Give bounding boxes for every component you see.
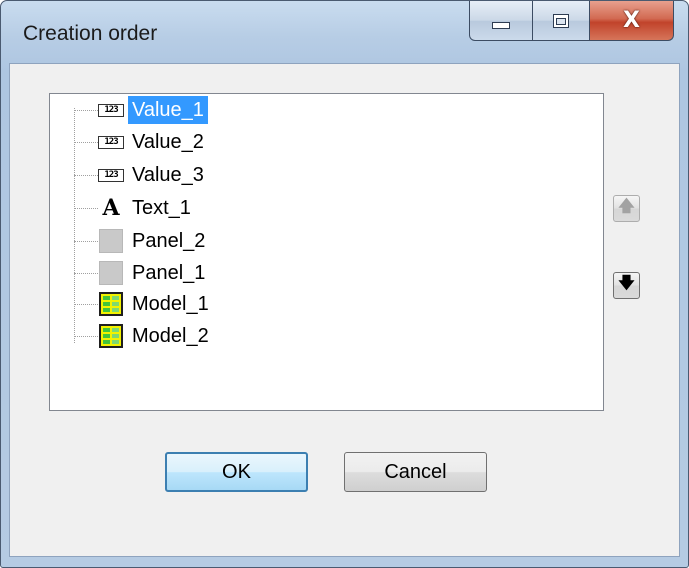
numeric-icon-text: 123 [98, 168, 124, 182]
close-icon: X [623, 7, 640, 33]
numeric-value-icon: 123 [98, 97, 124, 123]
tree-item-panel-2[interactable]: Panel_2 [74, 225, 334, 257]
tree-item-label: Value_2 [132, 131, 204, 153]
move-down-button[interactable]: 🡇 [613, 272, 640, 299]
tree-item-label: Value_1 [128, 96, 208, 124]
model-icon [98, 323, 124, 349]
dialog-window: Creation order X 123 Value_1 123 Value_2… [0, 0, 689, 568]
tree-item-model-2[interactable]: Model_2 [74, 320, 334, 352]
creation-order-tree[interactable]: 123 Value_1 123 Value_2 123 Value_3 A Te… [49, 93, 604, 411]
text-icon: A [98, 195, 124, 221]
numeric-value-icon: 123 [98, 129, 124, 155]
panel-icon [98, 228, 124, 254]
tree-connector [74, 335, 98, 337]
tree-item-model-1[interactable]: Model_1 [74, 288, 334, 320]
text-icon-glyph: A [102, 195, 120, 221]
arrow-down-icon: 🡇 [618, 273, 635, 292]
tree-connector [74, 207, 98, 209]
tree-item-label: Text_1 [132, 197, 191, 219]
tree-item-label: Model_2 [132, 325, 209, 347]
tree-item-label: Model_1 [132, 293, 209, 315]
minimize-button[interactable] [469, 1, 533, 41]
cancel-button[interactable]: Cancel [344, 452, 487, 492]
tree-item-value-3[interactable]: 123 Value_3 [74, 159, 334, 191]
tree-item-label: Panel_2 [132, 230, 206, 252]
tree-item-value-2[interactable]: 123 Value_2 [74, 126, 334, 158]
panel-icon [98, 260, 124, 286]
tree-connector [74, 240, 98, 242]
maximize-button[interactable] [532, 1, 590, 41]
tree-connector [74, 272, 98, 274]
tree-item-label: Panel_1 [132, 262, 206, 284]
close-button[interactable]: X [589, 1, 674, 41]
tree-connector [74, 174, 98, 176]
ok-button[interactable]: OK [165, 452, 308, 492]
tree-connector [74, 141, 98, 143]
model-icon [98, 291, 124, 317]
tree-connector [74, 109, 98, 111]
tree-connector [74, 303, 98, 305]
move-up-button[interactable]: 🡅 [613, 195, 640, 222]
dialog-client-area: 123 Value_1 123 Value_2 123 Value_3 A Te… [9, 63, 680, 557]
numeric-icon-text: 123 [98, 135, 124, 149]
tree-item-text-1[interactable]: A Text_1 [74, 192, 334, 224]
tree-item-label: Value_3 [132, 164, 204, 186]
numeric-value-icon: 123 [98, 162, 124, 188]
tree-item-panel-1[interactable]: Panel_1 [74, 257, 334, 289]
numeric-icon-text: 123 [98, 103, 124, 117]
maximize-icon [553, 13, 569, 28]
window-title: Creation order [23, 22, 158, 45]
arrow-up-icon: 🡅 [618, 196, 635, 215]
minimize-icon [492, 22, 510, 29]
tree-item-value-1[interactable]: 123 Value_1 [74, 94, 334, 126]
